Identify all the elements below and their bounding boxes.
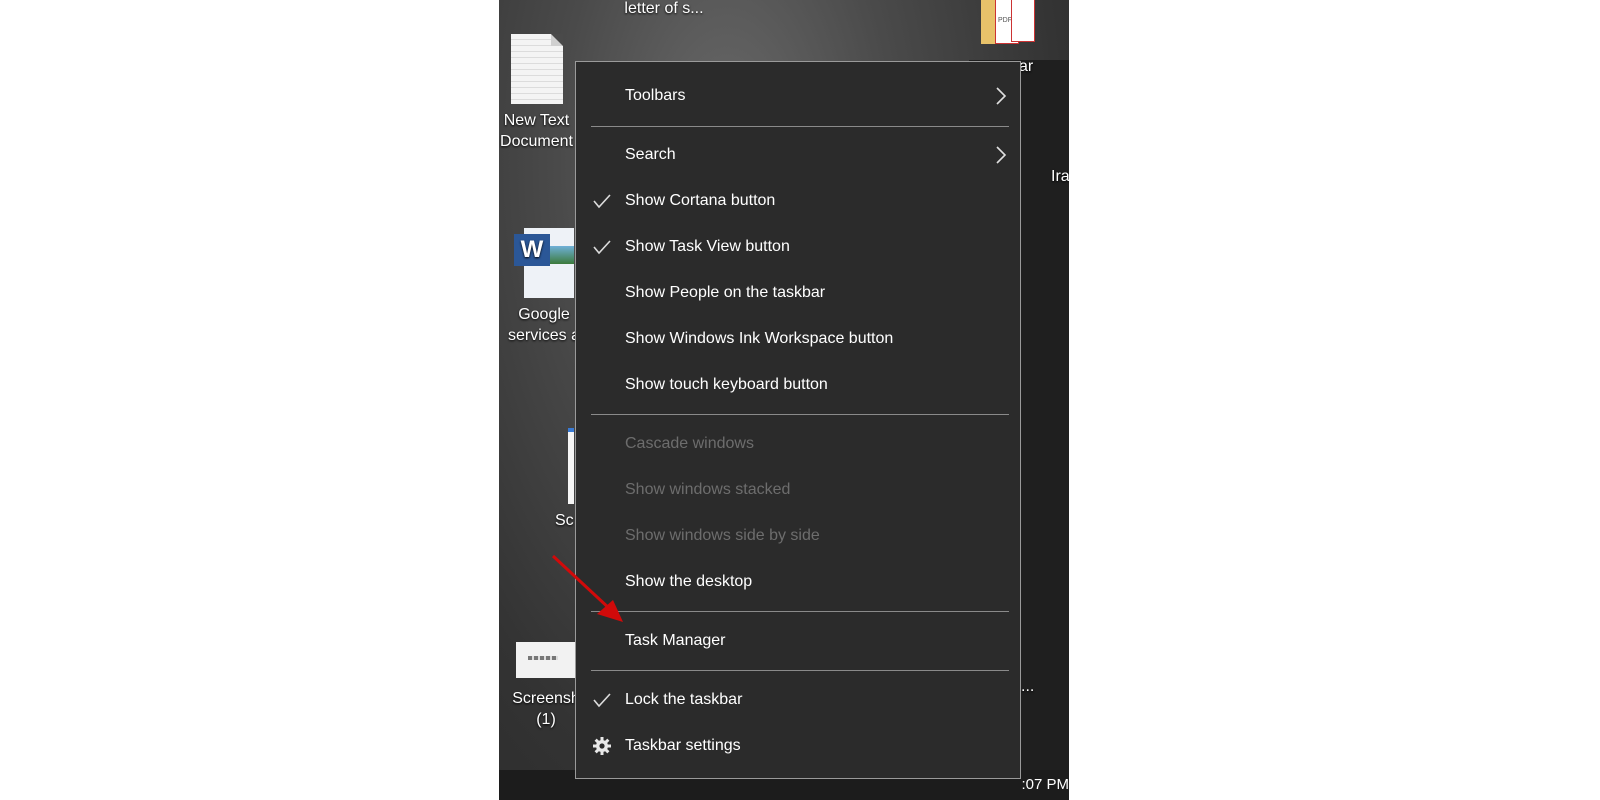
checkmark-icon [593,693,611,708]
gear-icon [593,737,611,755]
menu-item-show-windows-stacked: Show windows stacked [576,470,1020,510]
desktop-icon-partial-right[interactable]: Ira [1051,166,1069,187]
menu-item-lock-the-taskbar[interactable]: Lock the taskbar [576,680,1020,720]
desktop-icon-pdf-folder-label[interactable]: ar [1019,56,1033,77]
menu-item-label: Lock the taskbar [625,691,743,708]
word-document-icon: W [514,228,574,298]
menu-item-taskbar-settings[interactable]: Taskbar settings [576,726,1020,766]
menu-item-search[interactable]: Search [576,135,1020,175]
menu-item-show-cortana-button[interactable]: Show Cortana button [576,181,1020,221]
menu-item-label: Show Cortana button [625,192,776,209]
desktop-icon-letter[interactable]: letter of s... [609,0,719,19]
taskbar-clock[interactable]: :07 PM [1021,776,1069,793]
menu-item-task-manager[interactable]: Task Manager [576,621,1020,661]
pdf-folder-icon[interactable] [981,0,1037,46]
menu-item-toolbars[interactable]: Toolbars [576,76,1020,116]
menu-item-show-touch-keyboard[interactable]: Show touch keyboard button [576,365,1020,405]
menu-item-show-the-desktop[interactable]: Show the desktop [576,562,1020,602]
menu-item-label: Show touch keyboard button [625,376,828,393]
icon-label: Sc [555,512,574,529]
menu-separator [591,126,1009,127]
icon-label: Document [500,133,573,150]
desktop-icon-google-services[interactable]: W Google services a [504,228,584,346]
menu-item-show-task-view-button[interactable]: Show Task View button [576,227,1020,267]
checkmark-icon [593,194,611,209]
menu-item-label: Cascade windows [625,435,754,452]
menu-separator [591,414,1009,415]
text-file-icon [510,34,563,104]
screenshot-file-icon [568,428,574,504]
menu-item-label: Task Manager [625,632,726,649]
desktop-icon-new-text-document[interactable]: New Text Document [499,34,579,152]
icon-label: Google [518,306,570,323]
icon-label: New Text [503,112,570,129]
menu-item-label: Show windows stacked [625,481,791,498]
menu-item-label: Search [625,146,676,163]
icon-label: letter of s... [624,0,704,17]
desktop-icon-partial-ellipsis[interactable]: ... [1021,676,1034,697]
menu-item-label: Taskbar settings [625,737,741,754]
icon-label: Ira [1051,168,1069,185]
menu-item-cascade-windows: Cascade windows [576,424,1020,464]
menu-item-label: Show the desktop [625,573,753,590]
menu-item-show-people[interactable]: Show People on the taskbar [576,273,1020,313]
checkmark-icon [593,240,611,255]
menu-item-show-windows-side-by-side: Show windows side by side [576,516,1020,556]
menu-separator [591,670,1009,671]
menu-item-label: Show People on the taskbar [625,284,826,301]
desktop-icon-screenshot-partial[interactable]: Sc [555,510,574,531]
icon-label: services a [507,327,581,344]
menu-separator [591,611,1009,612]
chevron-right-icon [996,146,1007,164]
menu-item-label: Toolbars [625,87,686,104]
menu-item-label: Show Windows Ink Workspace button [625,330,894,347]
icon-label: ... [1021,678,1035,695]
icon-label: ar [1019,58,1034,75]
menu-item-label: Show windows side by side [625,527,820,544]
chevron-right-icon [996,87,1007,105]
menu-item-label: Show Task View button [625,238,790,255]
image-thumbnail-icon [516,642,576,678]
taskbar-context-menu: Toolbars Search Show Cortana button Show… [575,61,1021,779]
menu-item-show-windows-ink[interactable]: Show Windows Ink Workspace button [576,319,1020,359]
